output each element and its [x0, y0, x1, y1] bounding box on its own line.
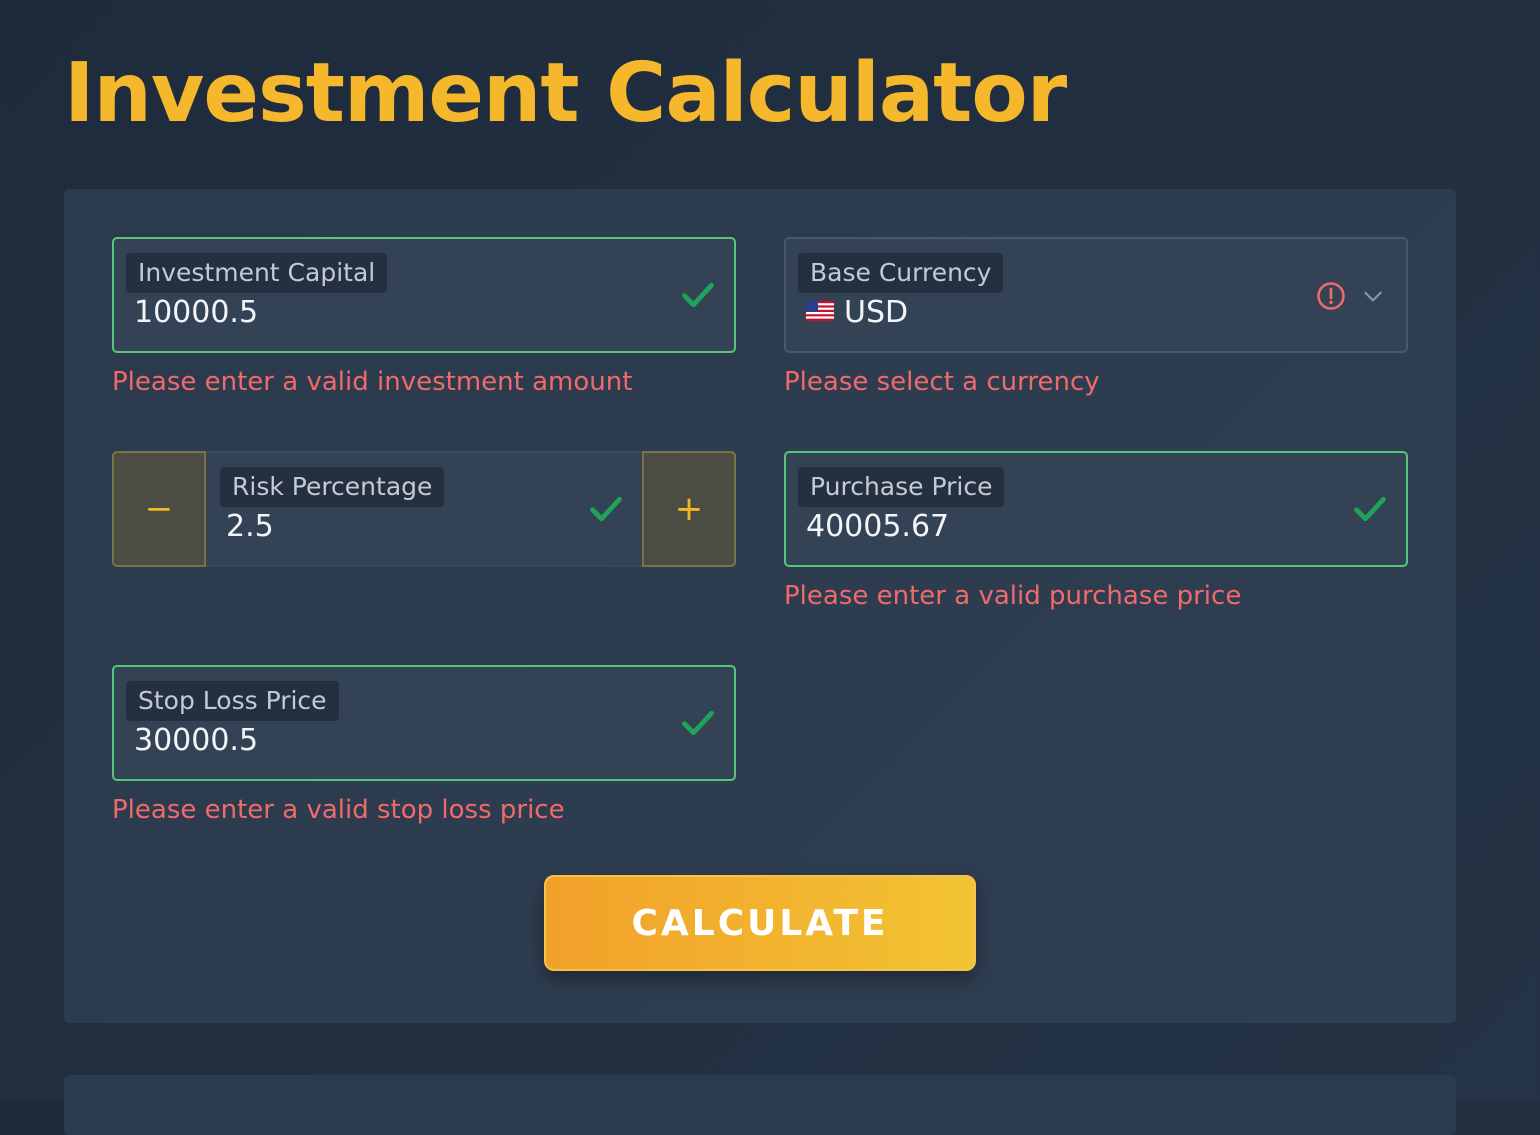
- purchase-price-value[interactable]: 40005.67: [806, 507, 949, 547]
- calculate-button[interactable]: CALCULATE: [544, 875, 976, 971]
- risk-percentage-value[interactable]: 2.5: [226, 507, 274, 547]
- risk-percentage-label: Risk Percentage: [220, 467, 445, 507]
- decrement-button[interactable]: −: [112, 451, 206, 567]
- stop-loss-price-field[interactable]: Stop Loss Price 30000.5: [112, 665, 736, 781]
- purchase-price-field[interactable]: Purchase Price 40005.67: [784, 451, 1408, 567]
- check-icon: [682, 282, 714, 308]
- purchase-price-label: Purchase Price: [798, 467, 1005, 507]
- stop-loss-price-value[interactable]: 30000.5: [134, 721, 258, 761]
- base-currency-value: USD: [806, 293, 908, 333]
- us-flag-icon: [806, 300, 834, 321]
- purchase-price-error: Please enter a valid purchase price: [784, 581, 1242, 611]
- investment-capital-label: Investment Capital: [126, 253, 388, 293]
- risk-percentage-stepper: − Risk Percentage 2.5 +: [112, 451, 736, 567]
- error-circle-icon: [1317, 282, 1345, 310]
- stop-loss-price-label: Stop Loss Price: [126, 681, 339, 721]
- check-icon: [682, 710, 714, 736]
- check-icon: [590, 496, 622, 522]
- results-card: [64, 1075, 1456, 1135]
- increment-button[interactable]: +: [642, 451, 736, 567]
- investment-capital-field[interactable]: Investment Capital 10000.5: [112, 237, 736, 353]
- chevron-down-icon[interactable]: [1360, 283, 1386, 309]
- investment-capital-value[interactable]: 10000.5: [134, 293, 258, 333]
- investment-capital-error: Please enter a valid investment amount: [112, 367, 633, 397]
- base-currency-select[interactable]: Base Currency USD: [784, 237, 1408, 353]
- stop-loss-price-error: Please enter a valid stop loss price: [112, 795, 565, 825]
- check-icon: [1354, 496, 1386, 522]
- base-currency-code: USD: [844, 295, 909, 330]
- base-currency-error: Please select a currency: [784, 367, 1100, 397]
- page-title: Investment Calculator: [64, 46, 1067, 141]
- base-currency-label: Base Currency: [798, 253, 1004, 293]
- calculator-card: Investment Capital 10000.5 Please enter …: [64, 189, 1456, 1023]
